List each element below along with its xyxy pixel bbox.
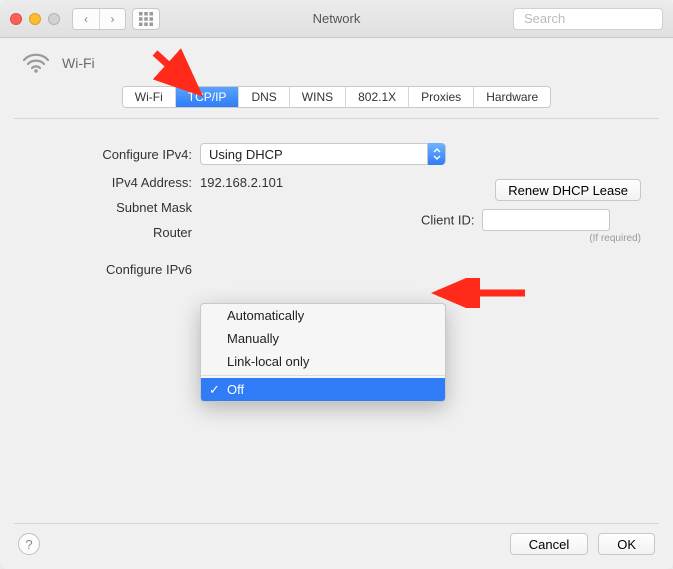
window-controls [10, 13, 60, 25]
help-button[interactable]: ? [18, 533, 40, 555]
configure-ipv4-label: Configure IPv4: [32, 147, 192, 162]
configure-ipv6-label: Configure IPv6 [32, 262, 192, 277]
service-header: Wi-Fi [0, 38, 673, 78]
dhcp-client-id-hint: (If required) [421, 233, 641, 244]
configure-ipv4-select[interactable]: Using DHCP [200, 143, 446, 165]
minimize-window-icon[interactable] [29, 13, 41, 25]
ipv4-address-label: IPv4 Address: [32, 175, 192, 190]
tab-wins[interactable]: WINS [289, 87, 345, 107]
show-all-button[interactable] [132, 8, 160, 30]
network-preferences-window: ‹ › Network [0, 0, 673, 569]
subnet-mask-label: Subnet Mask [32, 200, 192, 215]
titlebar: ‹ › Network [0, 0, 673, 38]
tabs: Wi-Fi TCP/IP DNS WINS 802.1X Proxies Har… [122, 86, 551, 108]
footer: ? Cancel OK [0, 519, 673, 569]
ipv6-option-automatically[interactable]: Automatically [201, 304, 445, 327]
menu-divider [201, 375, 445, 376]
service-name: Wi-Fi [62, 55, 95, 71]
configure-ipv4-value: Using DHCP [209, 147, 283, 162]
dhcp-client-id-group: Client ID: (If required) [421, 209, 641, 244]
tab-dns[interactable]: DNS [238, 87, 288, 107]
tab-8021x[interactable]: 802.1X [345, 87, 408, 107]
back-button[interactable]: ‹ [73, 9, 99, 29]
search-field[interactable] [513, 8, 663, 30]
grid-icon [139, 12, 153, 26]
tab-hardware[interactable]: Hardware [473, 87, 550, 107]
forward-button[interactable]: › [99, 9, 125, 29]
close-window-icon[interactable] [10, 13, 22, 25]
cancel-button[interactable]: Cancel [510, 533, 588, 555]
nav-back-forward: ‹ › [72, 8, 126, 30]
chevron-updown-icon [427, 143, 445, 165]
router-label: Router [32, 225, 192, 240]
search-input[interactable] [524, 11, 673, 26]
tcpip-pane: Configure IPv4: Using DHCP IPv4 Address:… [14, 118, 659, 524]
ipv6-option-off[interactable]: Off [201, 378, 445, 401]
dhcp-client-id-label: Client ID: [421, 213, 474, 228]
dhcp-client-id-input[interactable] [482, 209, 610, 231]
ok-button[interactable]: OK [598, 533, 655, 555]
tab-tcpip[interactable]: TCP/IP [175, 87, 239, 107]
ipv6-option-link-local[interactable]: Link-local only [201, 350, 445, 373]
zoom-window-icon [48, 13, 60, 25]
tab-proxies[interactable]: Proxies [408, 87, 473, 107]
renew-dhcp-button[interactable]: Renew DHCP Lease [495, 179, 641, 201]
wifi-icon [22, 52, 50, 74]
configure-ipv6-menu[interactable]: Automatically Manually Link-local only O… [200, 303, 446, 402]
tab-wifi[interactable]: Wi-Fi [123, 87, 175, 107]
ipv6-option-manually[interactable]: Manually [201, 327, 445, 350]
